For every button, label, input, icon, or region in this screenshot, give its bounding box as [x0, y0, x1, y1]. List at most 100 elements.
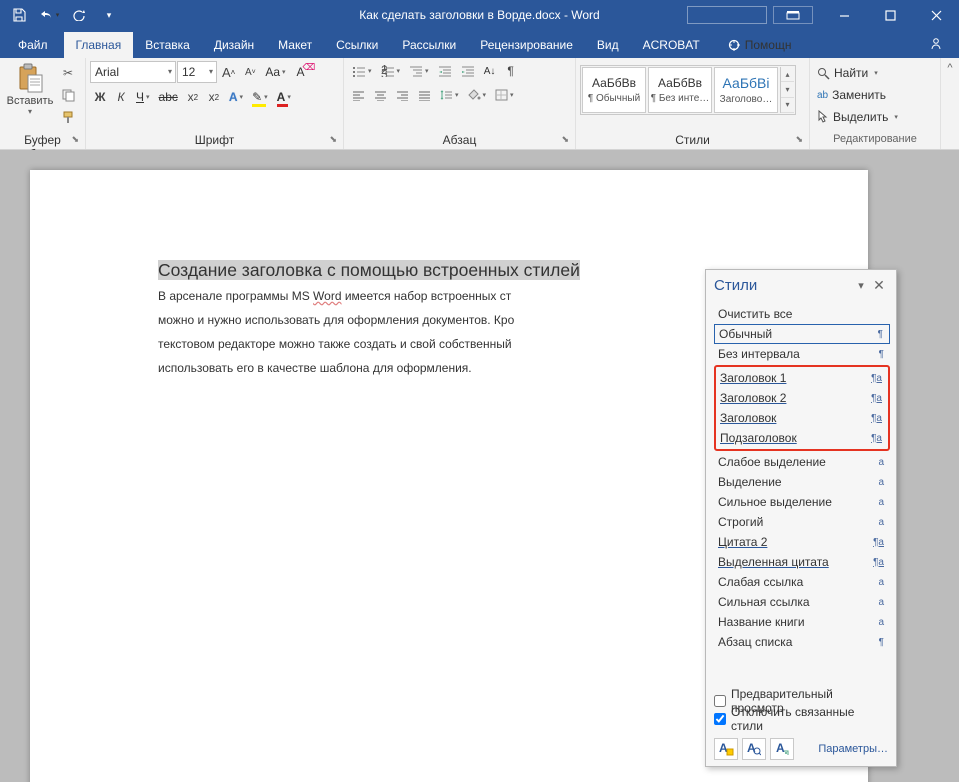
styles-gallery[interactable]: АаБбВв¶ Обычный АаБбВв¶ Без инте… АаБбВі… [580, 65, 796, 115]
shading-button[interactable]: ▾ [464, 85, 491, 105]
superscript-button[interactable]: x2 [204, 87, 224, 107]
minimize-icon[interactable] [821, 0, 867, 30]
styles-pane-options: Предварительный просмотр Отключить связа… [706, 686, 896, 734]
style-intense-reference[interactable]: Сильная ссылкаa [714, 592, 890, 612]
expand-gallery-icon[interactable]: ▾ [781, 98, 794, 113]
justify-icon[interactable] [414, 85, 435, 105]
underline-button[interactable]: Ч▾ [132, 87, 154, 107]
line-spacing-button[interactable]: ▾ [436, 85, 463, 105]
copy-icon[interactable] [58, 85, 78, 105]
style-list-paragraph[interactable]: Абзац списка¶ [714, 632, 890, 652]
style-title[interactable]: Заголовок¶a [716, 408, 888, 428]
dialog-launcher-icon[interactable]: ⬊ [795, 134, 803, 145]
highlight-button[interactable]: ✎▾ [248, 87, 272, 107]
collapse-ribbon-icon[interactable]: ^ [941, 58, 959, 149]
grow-font-icon[interactable]: A˄ [218, 62, 239, 82]
tab-acrobat[interactable]: ACROBAT [631, 32, 712, 58]
undo-icon[interactable]: ▾ [36, 2, 62, 28]
tab-mailings[interactable]: Рассылки [390, 32, 468, 58]
clear-formatting-icon[interactable]: A⌫ [291, 62, 311, 82]
qat-customize-icon[interactable]: ▾ [96, 2, 122, 28]
style-intense-emphasis[interactable]: Сильное выделениеa [714, 492, 890, 512]
tab-references[interactable]: Ссылки [324, 32, 390, 58]
text-effects-button[interactable]: A▾ [225, 87, 247, 107]
bullets-button[interactable]: ▾ [348, 61, 376, 81]
body-text[interactable]: В арсенале программы MS Word имеется наб… [158, 283, 798, 379]
dialog-launcher-icon[interactable]: ⬊ [71, 134, 79, 145]
selected-heading-text[interactable]: Создание заголовка с помощью встроенных … [158, 260, 580, 280]
style-heading-1[interactable]: Заголовок 1¶a [716, 368, 888, 388]
style-inspector-icon[interactable]: A [742, 738, 766, 760]
multilevel-list-button[interactable]: ▾ [405, 61, 433, 81]
borders-button[interactable]: ▾ [491, 85, 518, 105]
strikethrough-button[interactable]: abc [155, 87, 182, 107]
style-tile-normal[interactable]: АаБбВв¶ Обычный [582, 67, 646, 113]
cut-icon[interactable]: ✂ [58, 63, 78, 83]
find-button[interactable]: Найти▾ [814, 63, 901, 83]
manage-styles-icon[interactable]: A [770, 738, 794, 760]
tab-design[interactable]: Дизайн [202, 32, 266, 58]
font-size-combo[interactable]: 12▾ [177, 61, 217, 83]
select-button[interactable]: Выделить▾ [814, 107, 901, 127]
dialog-launcher-icon[interactable]: ⬊ [329, 134, 337, 145]
style-heading-2[interactable]: Заголовок 2¶a [716, 388, 888, 408]
align-left-icon[interactable] [348, 85, 369, 105]
bold-button[interactable]: Ж [90, 87, 110, 107]
pane-options-icon[interactable]: ▾ [852, 279, 870, 292]
scroll-down-icon[interactable]: ▾ [781, 82, 794, 97]
maximize-icon[interactable] [867, 0, 913, 30]
tab-home[interactable]: Главная [64, 32, 134, 58]
style-subtle-reference[interactable]: Слабая ссылкаa [714, 572, 890, 592]
scroll-up-icon[interactable]: ▴ [781, 67, 794, 82]
font-name-combo[interactable]: Arial▾ [90, 61, 176, 83]
styles-list: Очистить все Обычный¶ Без интервала¶ Заг… [706, 300, 896, 686]
close-icon[interactable] [913, 0, 959, 30]
save-icon[interactable] [6, 2, 32, 28]
tab-file[interactable]: Файл [2, 32, 64, 58]
dialog-launcher-icon[interactable]: ⬊ [561, 134, 569, 145]
align-right-icon[interactable] [392, 85, 413, 105]
tell-me[interactable]: Помощн [716, 32, 804, 58]
new-style-icon[interactable]: A [714, 738, 738, 760]
show-marks-icon[interactable]: ¶ [501, 61, 521, 81]
tab-review[interactable]: Рецензирование [468, 32, 585, 58]
close-pane-icon[interactable]: ✕ [870, 277, 888, 294]
replace-button[interactable]: abЗаменить [814, 85, 901, 105]
chevron-down-icon: ▾ [28, 107, 32, 116]
style-subtitle[interactable]: Подзаголовок¶a [716, 428, 888, 448]
sort-icon[interactable]: A↓ [480, 61, 500, 81]
decrease-indent-icon[interactable] [434, 61, 456, 81]
window-controls [687, 0, 959, 30]
format-painter-icon[interactable] [58, 107, 78, 127]
subscript-button[interactable]: x2 [183, 87, 203, 107]
tab-view[interactable]: Вид [585, 32, 631, 58]
style-quote[interactable]: Цитата 2¶a [714, 532, 890, 552]
account-area[interactable] [687, 6, 767, 24]
style-emphasis[interactable]: Выделениеa [714, 472, 890, 492]
numbering-button[interactable]: 123▾ [377, 61, 405, 81]
tab-insert[interactable]: Вставка [133, 32, 202, 58]
styles-gallery-scroll[interactable]: ▴▾▾ [780, 67, 794, 113]
style-tile-nospacing[interactable]: АаБбВв¶ Без инте… [648, 67, 712, 113]
style-strong[interactable]: Строгийa [714, 512, 890, 532]
style-normal[interactable]: Обычный¶ [714, 324, 890, 344]
styles-options-link[interactable]: Параметры… [818, 743, 888, 755]
change-case-button[interactable]: Aa▾ [261, 62, 289, 82]
font-color-button[interactable]: A▾ [273, 87, 295, 107]
style-intense-quote[interactable]: Выделенная цитата¶a [714, 552, 890, 572]
share-button[interactable] [915, 32, 957, 58]
shrink-font-icon[interactable]: A˅ [240, 62, 260, 82]
align-center-icon[interactable] [370, 85, 391, 105]
style-clear-all[interactable]: Очистить все [714, 304, 890, 324]
style-tile-heading[interactable]: АаБбВіЗаголово… [714, 67, 778, 113]
style-no-spacing[interactable]: Без интервала¶ [714, 344, 890, 364]
redo-icon[interactable] [66, 2, 92, 28]
disable-linked-checkbox[interactable]: Отключить связанные стили [714, 710, 888, 728]
style-subtle-emphasis[interactable]: Слабое выделениеa [714, 452, 890, 472]
style-book-title[interactable]: Название книгиa [714, 612, 890, 632]
paste-button[interactable]: Вставить ▾ [4, 61, 56, 116]
tab-layout[interactable]: Макет [266, 32, 324, 58]
ribbon-options-icon[interactable] [773, 6, 813, 24]
italic-button[interactable]: К [111, 87, 131, 107]
increase-indent-icon[interactable] [457, 61, 479, 81]
